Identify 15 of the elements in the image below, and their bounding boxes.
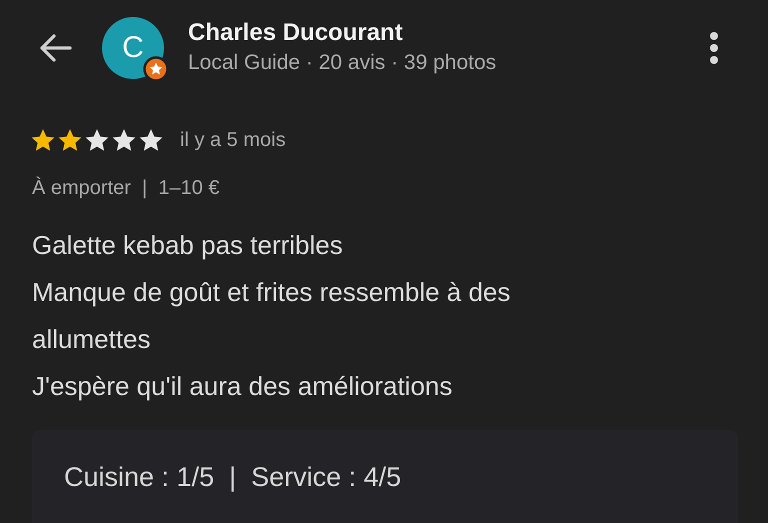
more-options-icon[interactable]: [709, 31, 719, 65]
review-meta: À emporter | 1–10 €: [31, 177, 221, 200]
star-icon: [30, 128, 56, 152]
author-subtitle: Local Guide · 20 avis · 39 photos: [188, 50, 498, 76]
back-arrow-icon[interactable]: [38, 33, 72, 63]
star-icon: [111, 128, 137, 152]
star-icon: [84, 128, 110, 152]
star-icon: [57, 128, 83, 152]
review-time: il y a 5 mois: [180, 128, 286, 152]
review-text: J'espère qu'il aura des améliorations: [32, 370, 454, 403]
star-icon: [138, 128, 164, 152]
ratings-text: Cuisine : 1/5 | Service : 4/5: [64, 462, 402, 492]
review-text: Manque de goût et frites ressemble à des allumettes: [32, 276, 512, 356]
review-text: Galette kebab pas terribles: [32, 229, 344, 262]
author-name[interactable]: Charles Ducourant: [188, 18, 709, 48]
